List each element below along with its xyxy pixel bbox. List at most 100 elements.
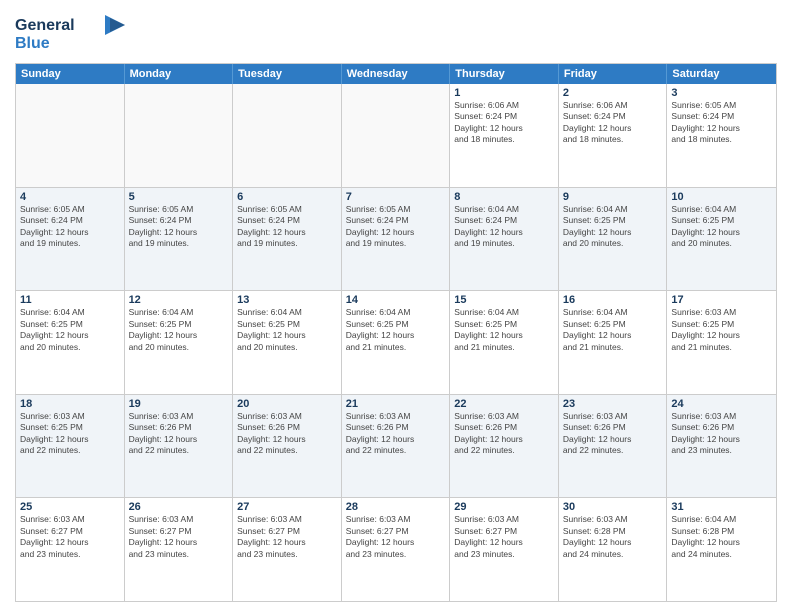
day-info: Sunrise: 6:03 AM Sunset: 6:26 PM Dayligh… xyxy=(454,411,554,457)
day-cell-w1d0: 4Sunrise: 6:05 AM Sunset: 6:24 PM Daylig… xyxy=(16,188,125,291)
header-friday: Friday xyxy=(559,64,668,84)
day-info: Sunrise: 6:03 AM Sunset: 6:26 PM Dayligh… xyxy=(563,411,663,457)
page: General Blue Sunday Monday Tuesday Wedne… xyxy=(0,0,792,612)
day-info: Sunrise: 6:03 AM Sunset: 6:25 PM Dayligh… xyxy=(671,307,772,353)
day-cell-w0d2 xyxy=(233,84,342,187)
day-info: Sunrise: 6:05 AM Sunset: 6:24 PM Dayligh… xyxy=(129,204,229,250)
day-cell-w4d0: 25Sunrise: 6:03 AM Sunset: 6:27 PM Dayli… xyxy=(16,498,125,601)
day-cell-w2d5: 16Sunrise: 6:04 AM Sunset: 6:25 PM Dayli… xyxy=(559,291,668,394)
day-number: 16 xyxy=(563,294,663,306)
day-info: Sunrise: 6:05 AM Sunset: 6:24 PM Dayligh… xyxy=(671,100,772,146)
day-info: Sunrise: 6:03 AM Sunset: 6:27 PM Dayligh… xyxy=(20,514,120,560)
day-number: 30 xyxy=(563,501,663,513)
day-cell-w1d3: 7Sunrise: 6:05 AM Sunset: 6:24 PM Daylig… xyxy=(342,188,451,291)
day-cell-w0d1 xyxy=(125,84,234,187)
day-number: 21 xyxy=(346,398,446,410)
day-number: 11 xyxy=(20,294,120,306)
day-number: 23 xyxy=(563,398,663,410)
day-cell-w3d0: 18Sunrise: 6:03 AM Sunset: 6:25 PM Dayli… xyxy=(16,395,125,498)
day-info: Sunrise: 6:04 AM Sunset: 6:25 PM Dayligh… xyxy=(454,307,554,353)
day-cell-w0d4: 1Sunrise: 6:06 AM Sunset: 6:24 PM Daylig… xyxy=(450,84,559,187)
day-info: Sunrise: 6:04 AM Sunset: 6:25 PM Dayligh… xyxy=(20,307,120,353)
logo: General Blue xyxy=(15,10,125,55)
day-cell-w3d3: 21Sunrise: 6:03 AM Sunset: 6:26 PM Dayli… xyxy=(342,395,451,498)
day-info: Sunrise: 6:03 AM Sunset: 6:25 PM Dayligh… xyxy=(20,411,120,457)
week-row-4: 25Sunrise: 6:03 AM Sunset: 6:27 PM Dayli… xyxy=(16,498,776,601)
day-cell-w0d3 xyxy=(342,84,451,187)
day-number: 17 xyxy=(671,294,772,306)
calendar-header: Sunday Monday Tuesday Wednesday Thursday… xyxy=(16,64,776,84)
day-cell-w1d1: 5Sunrise: 6:05 AM Sunset: 6:24 PM Daylig… xyxy=(125,188,234,291)
day-info: Sunrise: 6:06 AM Sunset: 6:24 PM Dayligh… xyxy=(454,100,554,146)
day-number: 29 xyxy=(454,501,554,513)
day-cell-w0d6: 3Sunrise: 6:05 AM Sunset: 6:24 PM Daylig… xyxy=(667,84,776,187)
day-number: 20 xyxy=(237,398,337,410)
week-row-2: 11Sunrise: 6:04 AM Sunset: 6:25 PM Dayli… xyxy=(16,291,776,395)
day-number: 28 xyxy=(346,501,446,513)
svg-text:Blue: Blue xyxy=(15,35,50,52)
day-number: 19 xyxy=(129,398,229,410)
logo-svg: General Blue xyxy=(15,10,125,55)
day-info: Sunrise: 6:04 AM Sunset: 6:25 PM Dayligh… xyxy=(129,307,229,353)
day-cell-w2d3: 14Sunrise: 6:04 AM Sunset: 6:25 PM Dayli… xyxy=(342,291,451,394)
day-cell-w1d5: 9Sunrise: 6:04 AM Sunset: 6:25 PM Daylig… xyxy=(559,188,668,291)
day-info: Sunrise: 6:04 AM Sunset: 6:25 PM Dayligh… xyxy=(346,307,446,353)
day-number: 24 xyxy=(671,398,772,410)
week-row-1: 4Sunrise: 6:05 AM Sunset: 6:24 PM Daylig… xyxy=(16,188,776,292)
day-cell-w0d0 xyxy=(16,84,125,187)
day-info: Sunrise: 6:04 AM Sunset: 6:25 PM Dayligh… xyxy=(671,204,772,250)
day-number: 26 xyxy=(129,501,229,513)
week-row-0: 1Sunrise: 6:06 AM Sunset: 6:24 PM Daylig… xyxy=(16,84,776,188)
day-number: 5 xyxy=(129,191,229,203)
day-number: 13 xyxy=(237,294,337,306)
day-cell-w1d4: 8Sunrise: 6:04 AM Sunset: 6:24 PM Daylig… xyxy=(450,188,559,291)
day-cell-w2d2: 13Sunrise: 6:04 AM Sunset: 6:25 PM Dayli… xyxy=(233,291,342,394)
day-number: 15 xyxy=(454,294,554,306)
day-cell-w1d2: 6Sunrise: 6:05 AM Sunset: 6:24 PM Daylig… xyxy=(233,188,342,291)
day-number: 9 xyxy=(563,191,663,203)
day-info: Sunrise: 6:03 AM Sunset: 6:26 PM Dayligh… xyxy=(671,411,772,457)
day-info: Sunrise: 6:05 AM Sunset: 6:24 PM Dayligh… xyxy=(20,204,120,250)
day-cell-w4d2: 27Sunrise: 6:03 AM Sunset: 6:27 PM Dayli… xyxy=(233,498,342,601)
day-info: Sunrise: 6:03 AM Sunset: 6:27 PM Dayligh… xyxy=(129,514,229,560)
day-info: Sunrise: 6:03 AM Sunset: 6:27 PM Dayligh… xyxy=(237,514,337,560)
day-info: Sunrise: 6:03 AM Sunset: 6:26 PM Dayligh… xyxy=(237,411,337,457)
svg-text:General: General xyxy=(15,17,75,34)
day-number: 6 xyxy=(237,191,337,203)
day-cell-w2d4: 15Sunrise: 6:04 AM Sunset: 6:25 PM Dayli… xyxy=(450,291,559,394)
day-cell-w2d6: 17Sunrise: 6:03 AM Sunset: 6:25 PM Dayli… xyxy=(667,291,776,394)
day-cell-w3d6: 24Sunrise: 6:03 AM Sunset: 6:26 PM Dayli… xyxy=(667,395,776,498)
day-cell-w3d2: 20Sunrise: 6:03 AM Sunset: 6:26 PM Dayli… xyxy=(233,395,342,498)
header: General Blue xyxy=(15,10,777,55)
day-cell-w0d5: 2Sunrise: 6:06 AM Sunset: 6:24 PM Daylig… xyxy=(559,84,668,187)
day-info: Sunrise: 6:03 AM Sunset: 6:26 PM Dayligh… xyxy=(129,411,229,457)
day-cell-w4d5: 30Sunrise: 6:03 AM Sunset: 6:28 PM Dayli… xyxy=(559,498,668,601)
day-info: Sunrise: 6:04 AM Sunset: 6:25 PM Dayligh… xyxy=(563,307,663,353)
header-wednesday: Wednesday xyxy=(342,64,451,84)
day-info: Sunrise: 6:04 AM Sunset: 6:28 PM Dayligh… xyxy=(671,514,772,560)
day-cell-w1d6: 10Sunrise: 6:04 AM Sunset: 6:25 PM Dayli… xyxy=(667,188,776,291)
header-sunday: Sunday xyxy=(16,64,125,84)
day-number: 27 xyxy=(237,501,337,513)
day-number: 8 xyxy=(454,191,554,203)
day-cell-w4d3: 28Sunrise: 6:03 AM Sunset: 6:27 PM Dayli… xyxy=(342,498,451,601)
day-info: Sunrise: 6:05 AM Sunset: 6:24 PM Dayligh… xyxy=(346,204,446,250)
header-saturday: Saturday xyxy=(667,64,776,84)
day-info: Sunrise: 6:04 AM Sunset: 6:25 PM Dayligh… xyxy=(237,307,337,353)
day-info: Sunrise: 6:03 AM Sunset: 6:28 PM Dayligh… xyxy=(563,514,663,560)
day-number: 14 xyxy=(346,294,446,306)
day-number: 10 xyxy=(671,191,772,203)
day-cell-w4d4: 29Sunrise: 6:03 AM Sunset: 6:27 PM Dayli… xyxy=(450,498,559,601)
day-info: Sunrise: 6:04 AM Sunset: 6:24 PM Dayligh… xyxy=(454,204,554,250)
day-info: Sunrise: 6:04 AM Sunset: 6:25 PM Dayligh… xyxy=(563,204,663,250)
calendar-body: 1Sunrise: 6:06 AM Sunset: 6:24 PM Daylig… xyxy=(16,84,776,601)
day-number: 25 xyxy=(20,501,120,513)
day-number: 22 xyxy=(454,398,554,410)
day-cell-w3d5: 23Sunrise: 6:03 AM Sunset: 6:26 PM Dayli… xyxy=(559,395,668,498)
day-info: Sunrise: 6:03 AM Sunset: 6:27 PM Dayligh… xyxy=(346,514,446,560)
header-tuesday: Tuesday xyxy=(233,64,342,84)
day-number: 3 xyxy=(671,87,772,99)
header-monday: Monday xyxy=(125,64,234,84)
header-thursday: Thursday xyxy=(450,64,559,84)
day-number: 18 xyxy=(20,398,120,410)
